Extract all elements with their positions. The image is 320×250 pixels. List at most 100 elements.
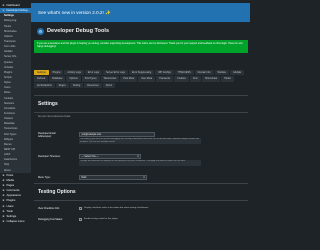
email-help: The email(s) you want to receive debuggi…	[79, 138, 201, 144]
sidebar-item-label: Media	[6, 178, 14, 182]
email-label: Developer Email Address(es):	[38, 132, 56, 138]
option2-checkbox[interactable]	[79, 218, 82, 221]
tab-database[interactable]: Database	[49, 76, 66, 82]
admin-sidebar: ■ Dashboard ■ Developer Debug... Settings Deb…	[0, 3, 31, 250]
support-notice: If you are a developer and this plugin i…	[34, 40, 248, 53]
settings-heading: Settings	[38, 101, 58, 107]
chevron-down-icon: ▾	[143, 177, 145, 179]
sidebar-item-label: Cookies	[4, 96, 14, 100]
sidebar-item-label: Hooks	[4, 24, 12, 28]
menu-icon: ■	[2, 203, 5, 208]
sidebar-item-label: Comments	[6, 189, 20, 193]
tab-taxonomies[interactable]: Taxonomies	[100, 76, 120, 82]
tab-cookies[interactable]: Cookies	[174, 76, 189, 82]
sidebar-item-label: AJAX	[4, 153, 11, 157]
sidebar-item-label: Constants	[4, 106, 16, 110]
tab-post-types[interactable]: Post Types	[81, 76, 100, 82]
sidebar-item-label: Tools	[6, 209, 13, 213]
wrench-icon: ⚙	[37, 27, 44, 35]
menu-icon: ■	[2, 198, 5, 203]
timezone-help: Change the timezone for displays on the …	[79, 160, 201, 166]
menu-icon: ■	[2, 213, 5, 218]
tab-plugins[interactable]: Plugins	[49, 70, 64, 76]
sidebar-item-label: Globals	[4, 50, 13, 54]
option2-text: Enable testing mode for this plugin.	[84, 218, 119, 220]
option2-label: Debugging Test Status:	[38, 218, 63, 221]
tab-activity-logs[interactable]: Activity Logs	[64, 70, 84, 76]
option1-text: Display checkbox value in the admin bar …	[84, 207, 149, 209]
option1-checkbox[interactable]	[79, 207, 82, 210]
email-field[interactable]: you@example.com	[79, 132, 155, 137]
sidebar-item-label: Sessions	[4, 101, 15, 105]
tab-options[interactable]: Options	[66, 76, 81, 82]
testing-section-header: Testing Options	[34, 183, 248, 201]
sidebar-item-label: Appearance	[6, 194, 22, 198]
sidebar-item-label: Functions	[4, 112, 15, 116]
whats-new-banner[interactable]: See what's new in version 2.0.2! ✨	[31, 3, 250, 22]
sidebar-item-label: Help	[4, 163, 10, 167]
menu-type-value: Dark	[81, 177, 87, 179]
menu-icon: ■	[2, 172, 5, 177]
tab-error-suppressing[interactable]: Error Suppressing	[128, 70, 155, 76]
sidebar-item-label: About	[4, 168, 11, 172]
menu-icon: ■	[2, 193, 5, 198]
sidebar-item-label: Queries	[4, 60, 13, 64]
tab-server-error-logs[interactable]: Server Error Logs	[103, 70, 128, 76]
sidebar-item-label: Users	[4, 86, 11, 90]
sidebar-item-label: Fatal Errors	[4, 158, 18, 162]
tab-defined[interactable]: Defined	[34, 76, 49, 82]
tab-settings[interactable]: Settings	[34, 70, 49, 76]
tab-bar: Settings Plugins Activity Logs Error Logs Se…	[34, 70, 248, 89]
sidebar-item-label: Transients	[4, 40, 16, 44]
timezone-value: — Select One —	[81, 156, 99, 158]
sidebar-item-label: REST API	[4, 148, 16, 151]
sidebar-item-label: Server Info	[4, 55, 17, 59]
menu-icon: ■	[2, 218, 5, 223]
tab-error-logs[interactable]: Error Logs	[84, 70, 103, 76]
sidebar-item-label: Styles	[4, 81, 11, 85]
tab-regex[interactable]: Regex	[55, 82, 69, 89]
sidebar-item-label: Pages	[6, 183, 15, 187]
menu-type-select[interactable]: Dark ▾	[79, 175, 147, 180]
sidebar-item-label: Roles	[4, 91, 11, 95]
tab-api-endpoints[interactable]: Api Endpoints	[34, 82, 55, 89]
sidebar-item-label: Developer Debug...	[6, 9, 30, 13]
sidebar-item-label: Settings	[6, 214, 17, 218]
tab-user-meta[interactable]: User Meta	[138, 76, 156, 82]
menu-type-label: Menu Type:	[38, 176, 51, 179]
timezone-label: Developer Timezone:	[38, 155, 61, 158]
sidebar-item-label: Posts	[6, 173, 14, 177]
tab-resources[interactable]: Resources	[84, 82, 102, 89]
whats-new-text[interactable]: See what's new in version 2.0.2! ✨	[38, 10, 111, 16]
tab-cron[interactable]: Cron	[189, 76, 201, 82]
tab-website[interactable]: Website	[214, 70, 230, 76]
tab-transients[interactable]: Transients	[156, 76, 174, 82]
sidebar-item-collapse-menu[interactable]: ■ Collapse menu	[0, 219, 31, 224]
settings-subtitle: Set your dev preferences below.	[38, 116, 71, 118]
menu-icon: ■	[2, 177, 5, 182]
sidebar-item-label: Plugins	[4, 70, 13, 74]
sidebar-item-label: Metadata	[4, 122, 15, 126]
sidebar-item-label: Shortcodes	[4, 29, 17, 33]
tab-wp-configs[interactable]: WP Configs	[155, 70, 174, 76]
tab-shortcodes[interactable]: Shortcodes	[202, 76, 221, 82]
tab-hooks[interactable]: Hooks	[221, 76, 234, 82]
sidebar-item-label: Taxonomies	[4, 127, 18, 131]
tab-globals[interactable]: Globals	[230, 70, 245, 76]
tab-testing[interactable]: Testing	[69, 82, 84, 89]
tab-post-meta[interactable]: Post Meta	[120, 76, 138, 82]
sidebar-item-label: Debug Log	[4, 19, 17, 23]
timezone-select[interactable]: — Select One — ▾	[79, 154, 141, 159]
tab-domain-info[interactable]: Domain Info	[194, 70, 214, 76]
testing-heading: Testing Options	[38, 189, 76, 195]
sidebar-item-label: Scripts	[4, 76, 12, 80]
sidebar-item-label: Includes	[4, 65, 14, 69]
page-title: Developer Debug Tools	[47, 28, 110, 34]
sidebar-item-label: Widgets	[4, 137, 14, 141]
tab-about[interactable]: About	[102, 82, 115, 89]
sidebar-item-label: Cron Jobs	[4, 45, 16, 49]
option1-label: View Checkbox Info:	[38, 207, 60, 210]
chevron-down-icon: ▾	[137, 156, 139, 158]
menu-icon: ■	[2, 188, 5, 193]
tab-htaccess[interactable]: HTACCESS	[174, 70, 194, 76]
